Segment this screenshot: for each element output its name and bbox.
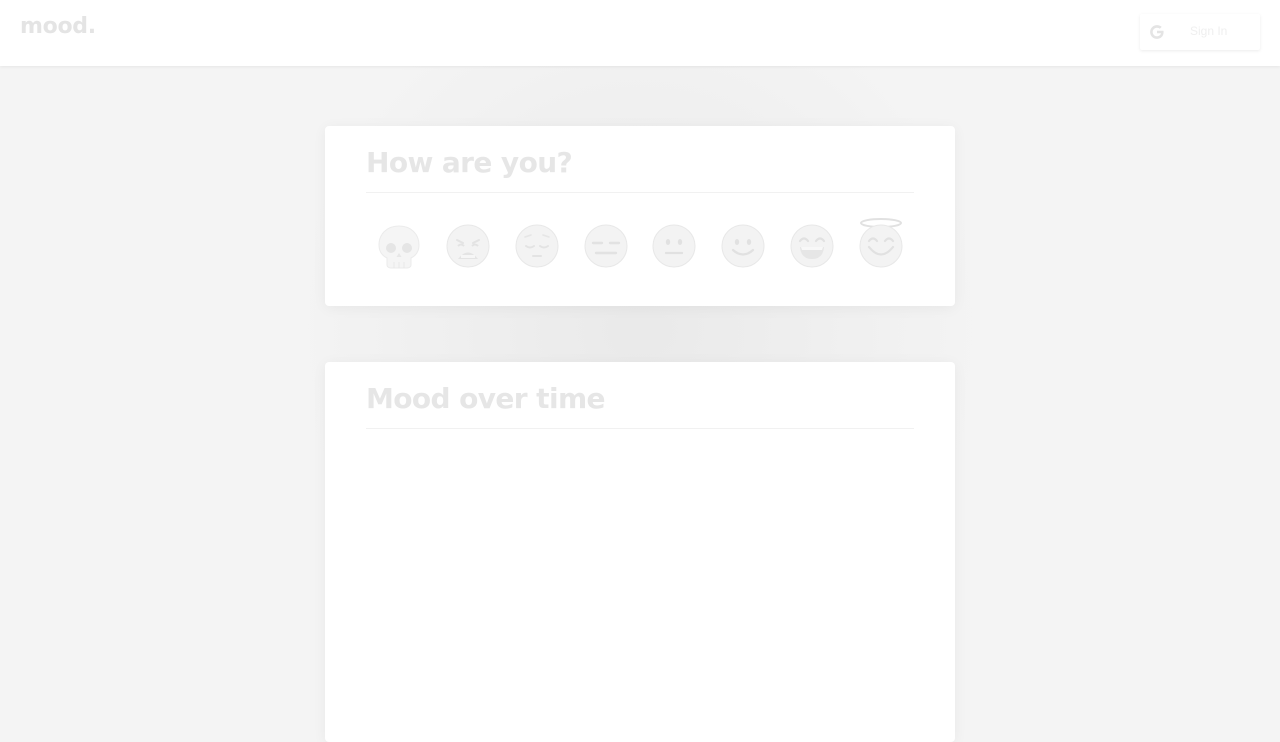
mood-over-time-title: Mood over time [366, 382, 606, 415]
skull-icon [378, 225, 420, 269]
pensive-face-icon [515, 224, 559, 268]
sign-in-label: Sign In [1190, 24, 1228, 38]
google-sign-in-button[interactable]: Sign In [1140, 14, 1260, 50]
mood-chart-area [366, 442, 914, 722]
mood-option-weary[interactable] [446, 224, 490, 268]
smiling-face-with-halo-icon [859, 218, 903, 268]
mood-option-grinning[interactable] [790, 224, 834, 268]
mood-option-slightly-smiling[interactable] [721, 224, 765, 268]
mood-over-time-card: Mood over time [325, 362, 955, 742]
mood-option-pensive[interactable] [515, 224, 559, 268]
neutral-face-icon [652, 224, 696, 268]
mood-option-expressionless[interactable] [584, 224, 628, 268]
grinning-face-icon [790, 224, 834, 268]
mood-option-neutral[interactable] [652, 224, 696, 268]
mood-options [375, 218, 915, 270]
mood-option-skull[interactable] [377, 224, 421, 269]
mood-picker-card: How are you? [325, 126, 955, 306]
top-bar: mood. Sign In [0, 0, 1280, 66]
mood-option-angel[interactable] [859, 218, 903, 268]
mood-over-time-divider [366, 428, 914, 429]
slightly-smiling-face-icon [721, 224, 765, 268]
weary-face-icon [446, 224, 490, 268]
mood-picker-divider [366, 192, 914, 193]
expressionless-face-icon [584, 224, 628, 268]
app-logo[interactable]: mood. [20, 14, 96, 39]
mood-picker-title: How are you? [366, 146, 573, 179]
google-icon [1147, 22, 1167, 42]
